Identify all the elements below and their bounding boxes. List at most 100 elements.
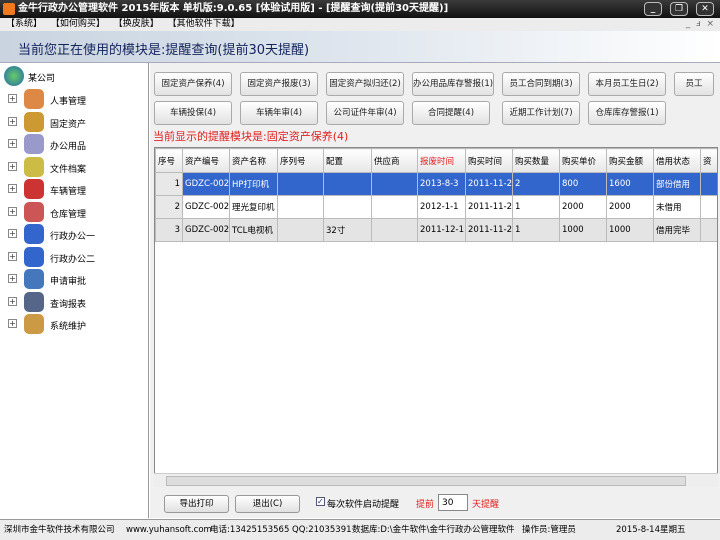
expand-icon[interactable]: + (8, 274, 17, 283)
table-cell (323, 195, 372, 219)
column-header[interactable]: 购买数量 (512, 148, 560, 173)
sidebar-item-label: 文件档案 (50, 164, 87, 175)
sidebar-item[interactable]: + 系统维护 (0, 313, 148, 335)
column-header[interactable]: 序列号 (277, 148, 324, 173)
exit-button[interactable]: 退出(C) (235, 495, 300, 513)
reminder-button[interactable]: 员工合同到期(3) (502, 72, 580, 96)
column-header[interactable]: 资 (700, 148, 717, 173)
sidebar-item[interactable]: + 文件档案 (0, 156, 148, 178)
sidebar-item-label: 行政办公一 (50, 232, 96, 242)
column-header[interactable]: 资产名称 (229, 148, 278, 173)
table-row[interactable]: 2GDZC-00277理光复印机2012-1-12011-11-23120002… (155, 195, 717, 219)
module-icon (24, 224, 44, 244)
status-field: 操作员:管理员 (522, 525, 576, 535)
table-cell: 2011-12-1 (417, 218, 466, 242)
table-cell: 2 (512, 172, 560, 196)
column-header[interactable]: 配置 (323, 148, 372, 173)
expand-icon[interactable]: + (8, 206, 17, 216)
table-row[interactable]: 1GDZC-00276HP打印机 2013-8-32011-11-23280016… (155, 172, 717, 196)
table-row[interactable]: 3GDZC-00288TCL电视机32寸2011-12-12011-11-231… (155, 218, 717, 242)
reminder-button[interactable]: 固定资产拟归还(2) (326, 72, 404, 96)
reminder-button[interactable]: 车辆投保(4) (154, 101, 232, 125)
sidebar-item[interactable]: + 车辆管理 (0, 178, 148, 200)
reminder-button[interactable]: 办公用品库存警报(1) (412, 72, 494, 96)
expand-icon[interactable]: + (8, 319, 17, 328)
title-bar: 金牛行政办公管理软件 2015年版本 单机版:9.0.65 [体验试用版] - … (0, 0, 720, 18)
menu-system[interactable]: 【系统】 (6, 19, 42, 29)
table-cell: TCL电视机 (229, 218, 278, 242)
expand-icon[interactable]: + (8, 296, 17, 306)
status-field: www.yuhansoft.com (126, 525, 212, 535)
column-header[interactable]: 购买时间 (465, 148, 513, 173)
restore-button[interactable]: ❐ (670, 2, 688, 16)
expand-icon[interactable]: + (8, 94, 17, 103)
column-header[interactable]: 供应商 (371, 148, 418, 173)
table-cell: 32寸 (323, 218, 372, 242)
reminder-button[interactable]: 本月员工生日(2) (588, 72, 666, 96)
expand-icon[interactable]: + (8, 161, 17, 171)
menu-change-skin[interactable]: 【换皮肤】 (114, 19, 159, 29)
table-cell: 借用完毕 (653, 218, 701, 242)
reminder-button[interactable]: 车辆年审(4) (240, 101, 318, 125)
close-button[interactable]: ✕ (696, 2, 714, 16)
sidebar-item[interactable]: + 人事管理 (0, 88, 148, 110)
table-cell: GDZC-00277 (182, 195, 230, 219)
status-field: 深圳市金牛软件技术有限公司 (4, 525, 115, 535)
sidebar-item[interactable]: + 查询报表 (0, 291, 148, 313)
column-header[interactable]: 报废时间 (417, 148, 466, 173)
module-icon (24, 269, 44, 289)
table-cell (277, 218, 324, 242)
column-header[interactable]: 序号 (155, 148, 183, 173)
reminder-button[interactable]: 固定资产保养(4) (154, 72, 232, 96)
minimize-button[interactable]: _ (644, 2, 662, 16)
startup-reminder-checkbox[interactable]: ✓ (316, 497, 325, 506)
before-label: 提前 (416, 500, 435, 510)
menu-other-software[interactable]: 【其他软件下载】 (168, 19, 240, 29)
module-icon (24, 291, 44, 312)
menu-how-to-buy[interactable]: 【如何购买】 (51, 19, 105, 29)
tree-root[interactable]: 某公司 (0, 65, 148, 87)
module-icon (24, 201, 44, 222)
table-cell: 未借用 (653, 195, 701, 219)
export-print-button[interactable]: 导出打印 (164, 495, 229, 513)
globe-icon (4, 66, 24, 86)
reminder-button[interactable]: 仓库库存警报(1) (588, 101, 666, 125)
expand-icon[interactable]: + (8, 184, 17, 193)
mdi-controls[interactable]: _ ⅎ × (686, 18, 714, 31)
table-cell: 1 (155, 172, 183, 196)
table-cell: 2012-1-1 (417, 195, 466, 219)
expand-icon[interactable]: + (8, 229, 17, 238)
reminder-button[interactable]: 公司证件年审(4) (326, 101, 404, 125)
column-header[interactable]: 购买单价 (559, 148, 607, 173)
sidebar-item-label: 办公用品 (50, 142, 87, 152)
status-field: QQ:21035391 (292, 525, 352, 535)
reminder-button[interactable]: 固定资产报废(3) (240, 72, 318, 96)
reminder-button[interactable]: 合同提醒(4) (412, 101, 490, 125)
status-field: 数据库:D:\金牛软件\金牛行政办公管理软件 (352, 525, 515, 535)
days-input[interactable]: 30 (438, 494, 468, 511)
module-banner: 当前您正在使用的模块是:提醒查询(提前30天提醒) (0, 31, 720, 63)
sidebar-item[interactable]: + 行政办公二 (0, 246, 148, 268)
module-icon (24, 314, 44, 334)
horizontal-scrollbar[interactable] (154, 473, 718, 487)
table-cell (700, 195, 717, 219)
column-header[interactable]: 资产编号 (182, 148, 230, 173)
table-cell (277, 172, 324, 196)
tree-root-label: 某公司 (28, 74, 56, 84)
sidebar-item[interactable]: + 仓库管理 (0, 201, 148, 223)
reminder-button[interactable]: 近期工作计划(7) (502, 101, 580, 125)
sidebar-item[interactable]: + 办公用品 (0, 133, 148, 155)
expand-icon[interactable]: + (8, 139, 17, 148)
sidebar-item[interactable]: + 固定资产 (0, 111, 148, 133)
sidebar-item-label: 固定资产 (50, 119, 87, 130)
column-header[interactable]: 借用状态 (653, 148, 701, 173)
column-header[interactable]: 购买金额 (606, 148, 654, 173)
expand-icon[interactable]: + (8, 116, 17, 126)
sidebar-item-label: 仓库管理 (50, 209, 87, 220)
table-cell (371, 172, 418, 196)
expand-icon[interactable]: + (8, 251, 17, 261)
reminder-button[interactable]: 员工 (674, 72, 714, 96)
sidebar-item[interactable]: + 申请审批 (0, 268, 148, 290)
table-cell (371, 195, 418, 219)
sidebar-item[interactable]: + 行政办公一 (0, 223, 148, 245)
